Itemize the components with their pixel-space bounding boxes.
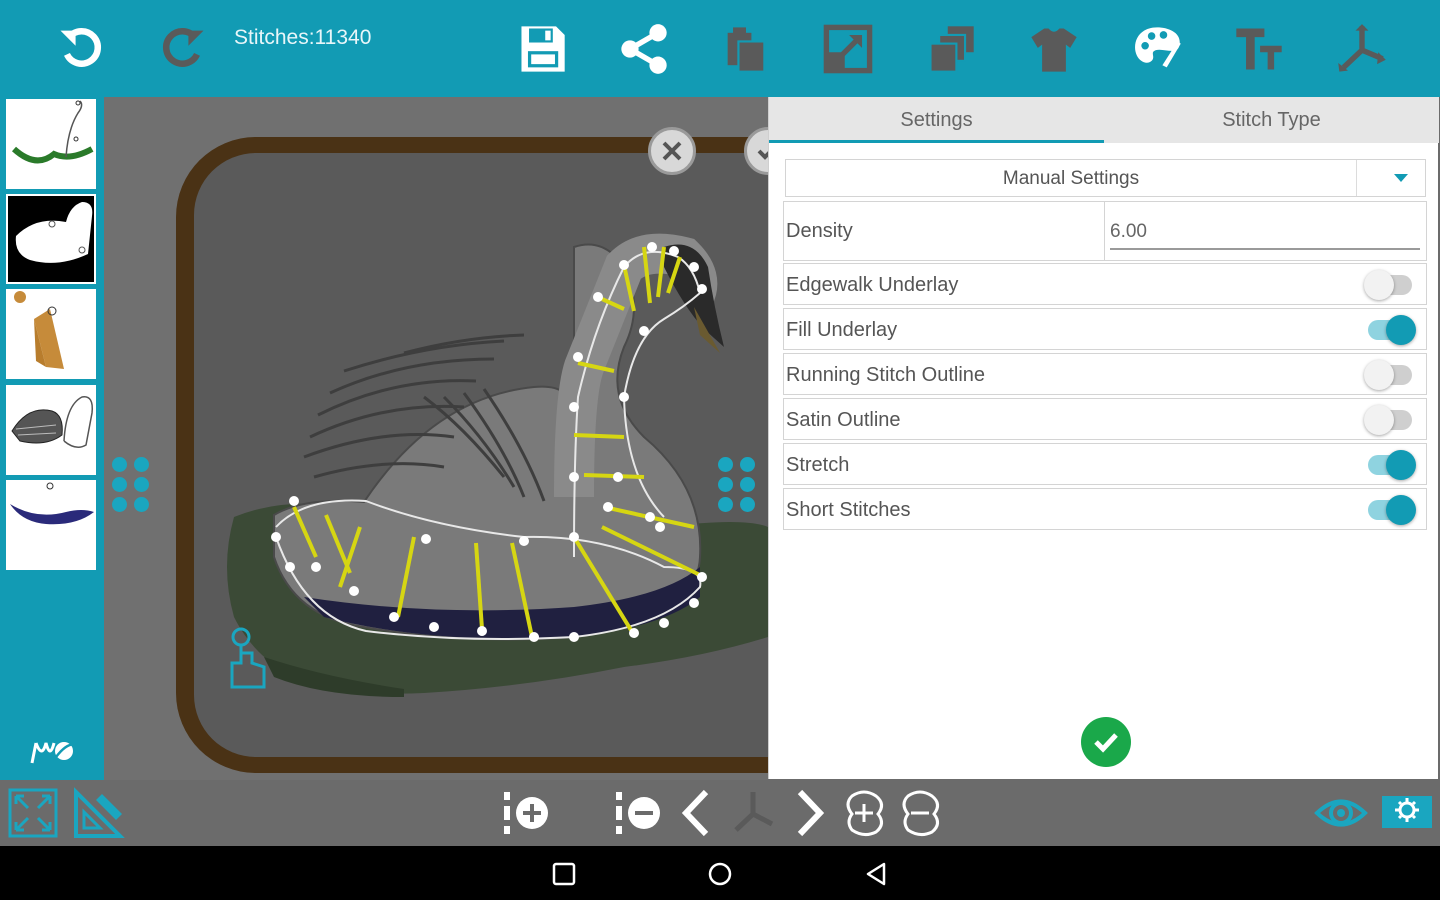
ruler-pencil-icon[interactable] — [70, 784, 128, 842]
stitch-count: Stitches:11340 — [234, 26, 372, 49]
bottom-toolbar — [0, 780, 1440, 846]
tab-stitch-type[interactable]: Stitch Type — [1104, 97, 1439, 143]
remove-point-icon[interactable] — [892, 784, 950, 842]
option-row-running-stitch-outline: Running Stitch Outline — [783, 353, 1427, 395]
option-row-fill-underlay: Fill Underlay — [783, 308, 1427, 350]
option-label: Short Stitches — [786, 499, 911, 521]
brand-logo — [28, 737, 79, 767]
split-icon[interactable] — [1331, 18, 1393, 80]
layers-icon[interactable] — [920, 18, 982, 80]
toggle-running-stitch-outline[interactable] — [1364, 360, 1412, 390]
cancel-edit-button[interactable] — [648, 127, 696, 175]
split-node-icon[interactable] — [724, 784, 782, 842]
undo-icon[interactable] — [50, 18, 112, 80]
previous-icon[interactable] — [668, 784, 726, 842]
close-icon — [662, 141, 682, 161]
option-label: Edgewalk Underlay — [786, 274, 959, 296]
thumbnail-swan-body[interactable] — [6, 194, 96, 284]
check-icon — [1094, 733, 1118, 753]
back-button[interactable] — [862, 860, 890, 888]
add-point-icon[interactable] — [836, 784, 894, 842]
tshirt-icon[interactable] — [1023, 18, 1085, 80]
share-icon[interactable] — [613, 18, 675, 80]
toggle-short-stitches[interactable] — [1368, 495, 1416, 525]
top-toolbar: Stitches:11340 — [0, 0, 1440, 97]
thumbnail-water[interactable] — [6, 99, 96, 189]
add-node-icon[interactable] — [498, 784, 556, 842]
toggle-knob — [1386, 315, 1416, 345]
eye-icon[interactable] — [1312, 784, 1370, 842]
density-input[interactable] — [1110, 216, 1420, 250]
toggle-fill-underlay[interactable] — [1368, 315, 1416, 345]
toggle-satin-outline[interactable] — [1364, 405, 1412, 435]
thumbnail-beak[interactable] — [6, 289, 96, 379]
option-row-short-stitches: Short Stitches — [783, 488, 1427, 530]
toggle-edgewalk-underlay[interactable] — [1364, 270, 1412, 300]
right-resize-handle[interactable] — [718, 457, 758, 517]
redo-icon[interactable] — [152, 18, 214, 80]
object-sidebar — [0, 97, 104, 780]
save-icon[interactable] — [511, 18, 573, 80]
option-label: Fill Underlay — [786, 319, 898, 341]
toggle-knob — [1364, 270, 1394, 300]
fullscreen-icon[interactable] — [4, 784, 62, 842]
chevron-down-icon[interactable] — [1394, 174, 1408, 182]
density-divider — [1104, 202, 1105, 260]
settings-panel: Settings Stitch Type Manual Settings Den… — [768, 97, 1439, 779]
embroidery-editor: Stitches:11340 Settings Stitch Type Manu… — [0, 0, 1440, 900]
home-button[interactable] — [706, 860, 734, 888]
tab-settings[interactable]: Settings — [769, 97, 1104, 143]
settings-icon[interactable] — [1378, 784, 1436, 842]
thumbnail-wings[interactable] — [6, 385, 96, 475]
design-stage[interactable] — [104, 97, 768, 780]
toggle-knob — [1364, 405, 1394, 435]
confirm-settings-button[interactable] — [1081, 717, 1131, 767]
paste-icon[interactable] — [715, 18, 777, 80]
option-row-stretch: Stretch — [783, 443, 1427, 485]
resize-icon[interactable] — [817, 18, 879, 80]
option-row-satin-outline: Satin Outline — [783, 398, 1427, 440]
mode-select[interactable]: Manual Settings — [785, 159, 1426, 197]
option-label: Running Stitch Outline — [786, 364, 986, 386]
thumbnail-underside[interactable] — [6, 480, 96, 570]
next-icon[interactable] — [780, 784, 838, 842]
check-icon — [757, 149, 768, 160]
panel-tabs: Settings Stitch Type — [769, 97, 1439, 143]
mode-select-value: Manual Settings — [1002, 168, 1140, 189]
design-canvas[interactable] — [104, 97, 768, 780]
option-label: Satin Outline — [786, 409, 901, 431]
toggle-stretch[interactable] — [1368, 450, 1416, 480]
density-label: Density — [786, 220, 853, 242]
text-icon[interactable] — [1228, 18, 1290, 80]
select-divider — [1356, 160, 1357, 196]
option-label: Stretch — [786, 454, 850, 476]
toggle-knob — [1386, 450, 1416, 480]
palette-icon[interactable] — [1126, 18, 1188, 80]
toggle-knob — [1364, 360, 1394, 390]
toggle-knob — [1386, 495, 1416, 525]
remove-node-icon[interactable] — [610, 784, 668, 842]
left-resize-handle[interactable] — [112, 457, 152, 517]
recents-button[interactable] — [550, 860, 578, 888]
system-nav-bar — [0, 846, 1440, 900]
density-row: Density — [783, 201, 1427, 261]
option-row-edgewalk-underlay: Edgewalk Underlay — [783, 263, 1427, 305]
